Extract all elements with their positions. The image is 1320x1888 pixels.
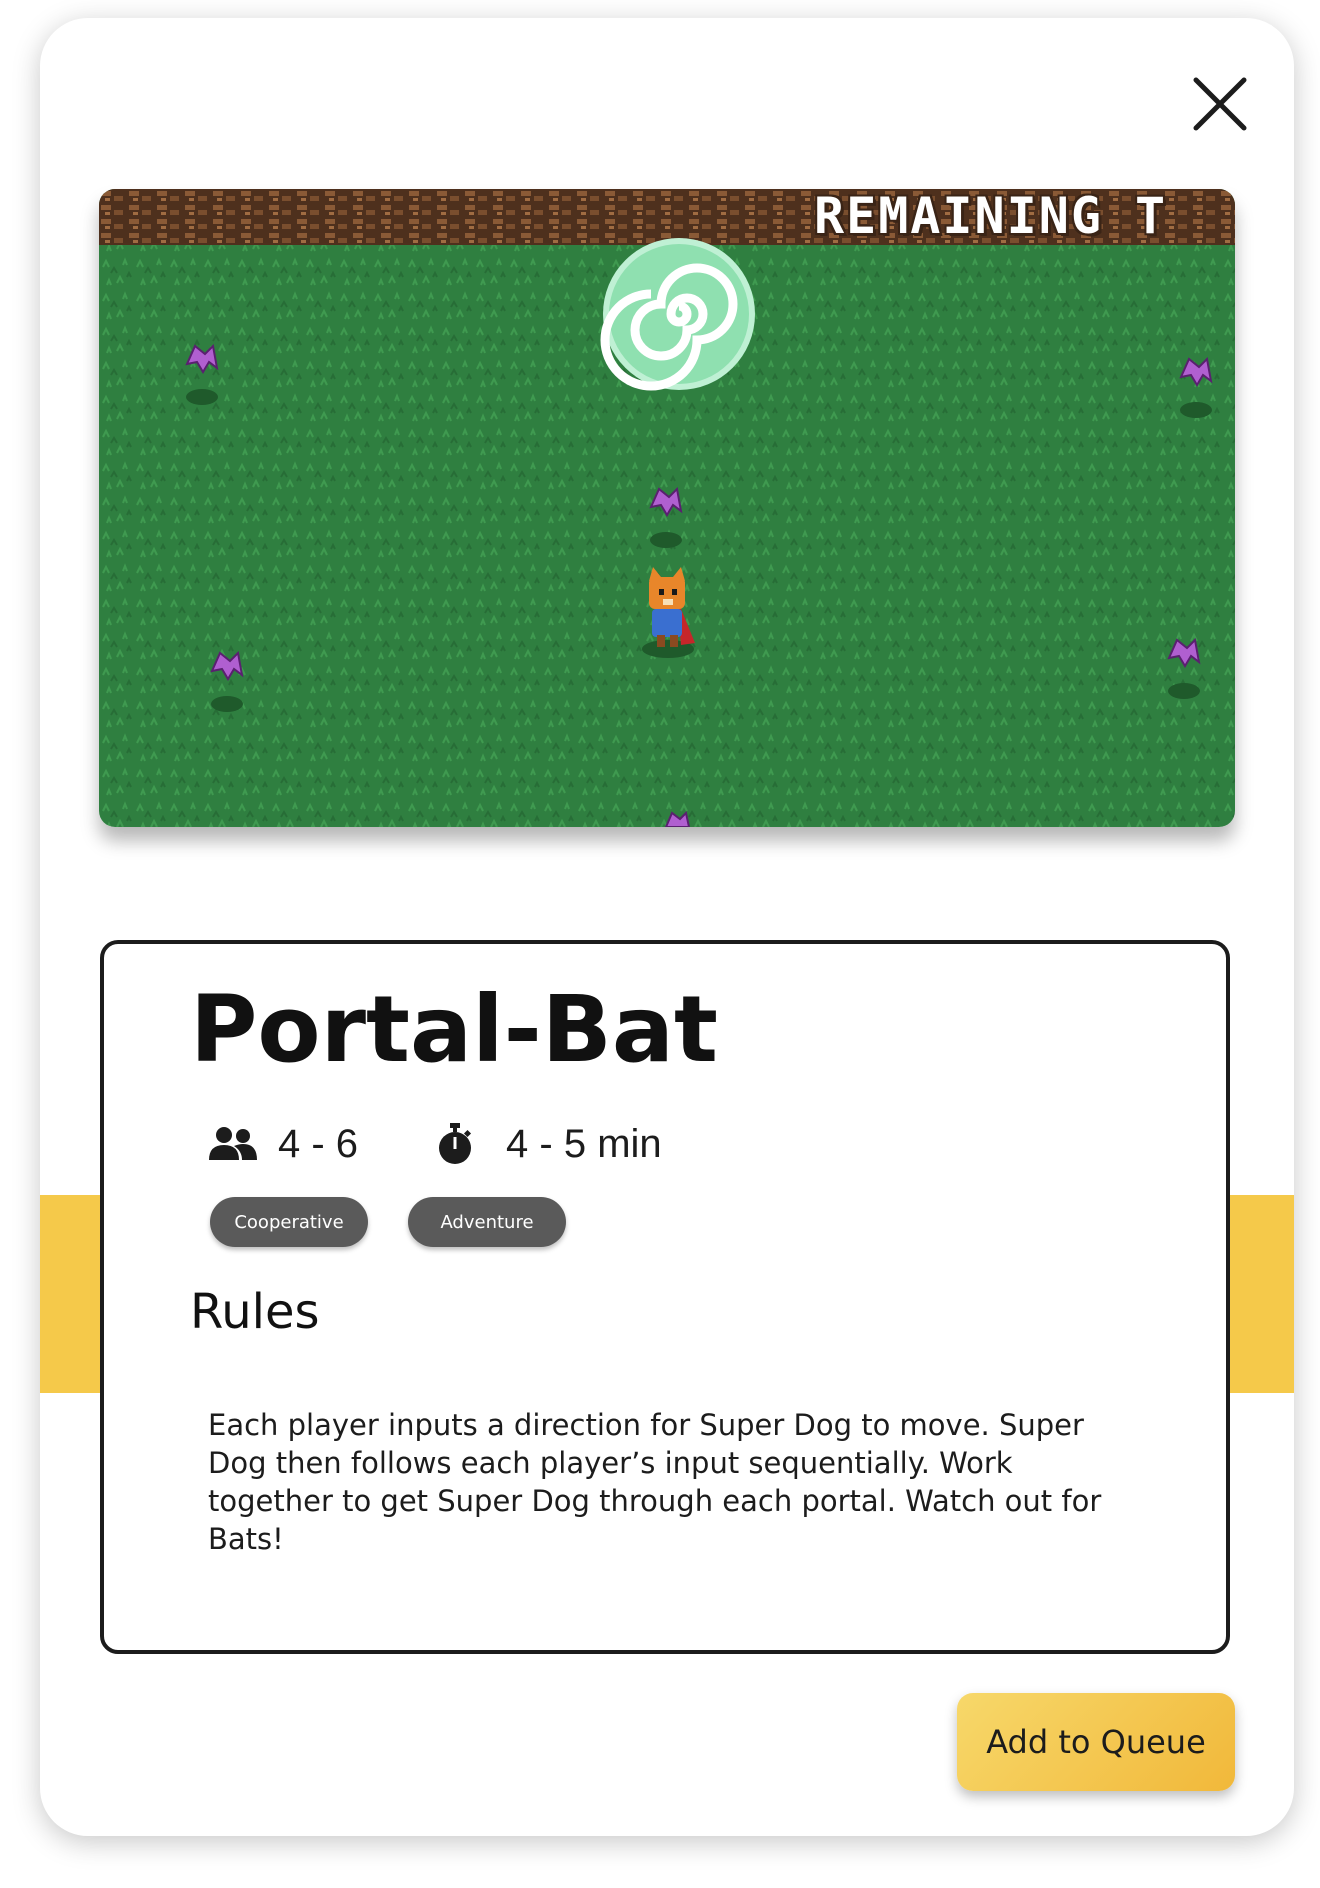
rules-heading: Rules [190, 1284, 320, 1340]
stopwatch-icon [439, 1123, 472, 1164]
close-icon [1193, 77, 1247, 131]
rules-text: Each player inputs a direction for Super… [208, 1408, 1102, 1556]
tag-adventure: Adventure [408, 1197, 566, 1247]
tag-cooperative: Cooperative [210, 1197, 368, 1247]
users-icon [209, 1127, 257, 1160]
game-info-card: Portal-Bat 4 - 6 4 - 5 min Cooperative A… [100, 940, 1230, 1654]
close-button[interactable] [1180, 64, 1260, 144]
game-detail-modal: REMAINING T Portal-Bat 4 - 6 4 - 5 min C… [40, 18, 1294, 1836]
hud-remaining-text: REMAINING T [814, 189, 1168, 245]
duration-text: 4 - 5 min [506, 1121, 662, 1166]
play-duration: 4 - 5 min [438, 1122, 662, 1167]
portal-icon [600, 238, 755, 391]
tag-list: Cooperative Adventure [210, 1197, 606, 1247]
player-count: 4 - 6 [208, 1122, 358, 1167]
add-to-queue-button[interactable]: Add to Queue [957, 1693, 1235, 1791]
game-preview-image: REMAINING T [99, 189, 1235, 827]
game-meta-row: 4 - 6 4 - 5 min [208, 1118, 662, 1170]
game-title: Portal-Bat [190, 976, 718, 1083]
player-count-text: 4 - 6 [278, 1121, 359, 1166]
